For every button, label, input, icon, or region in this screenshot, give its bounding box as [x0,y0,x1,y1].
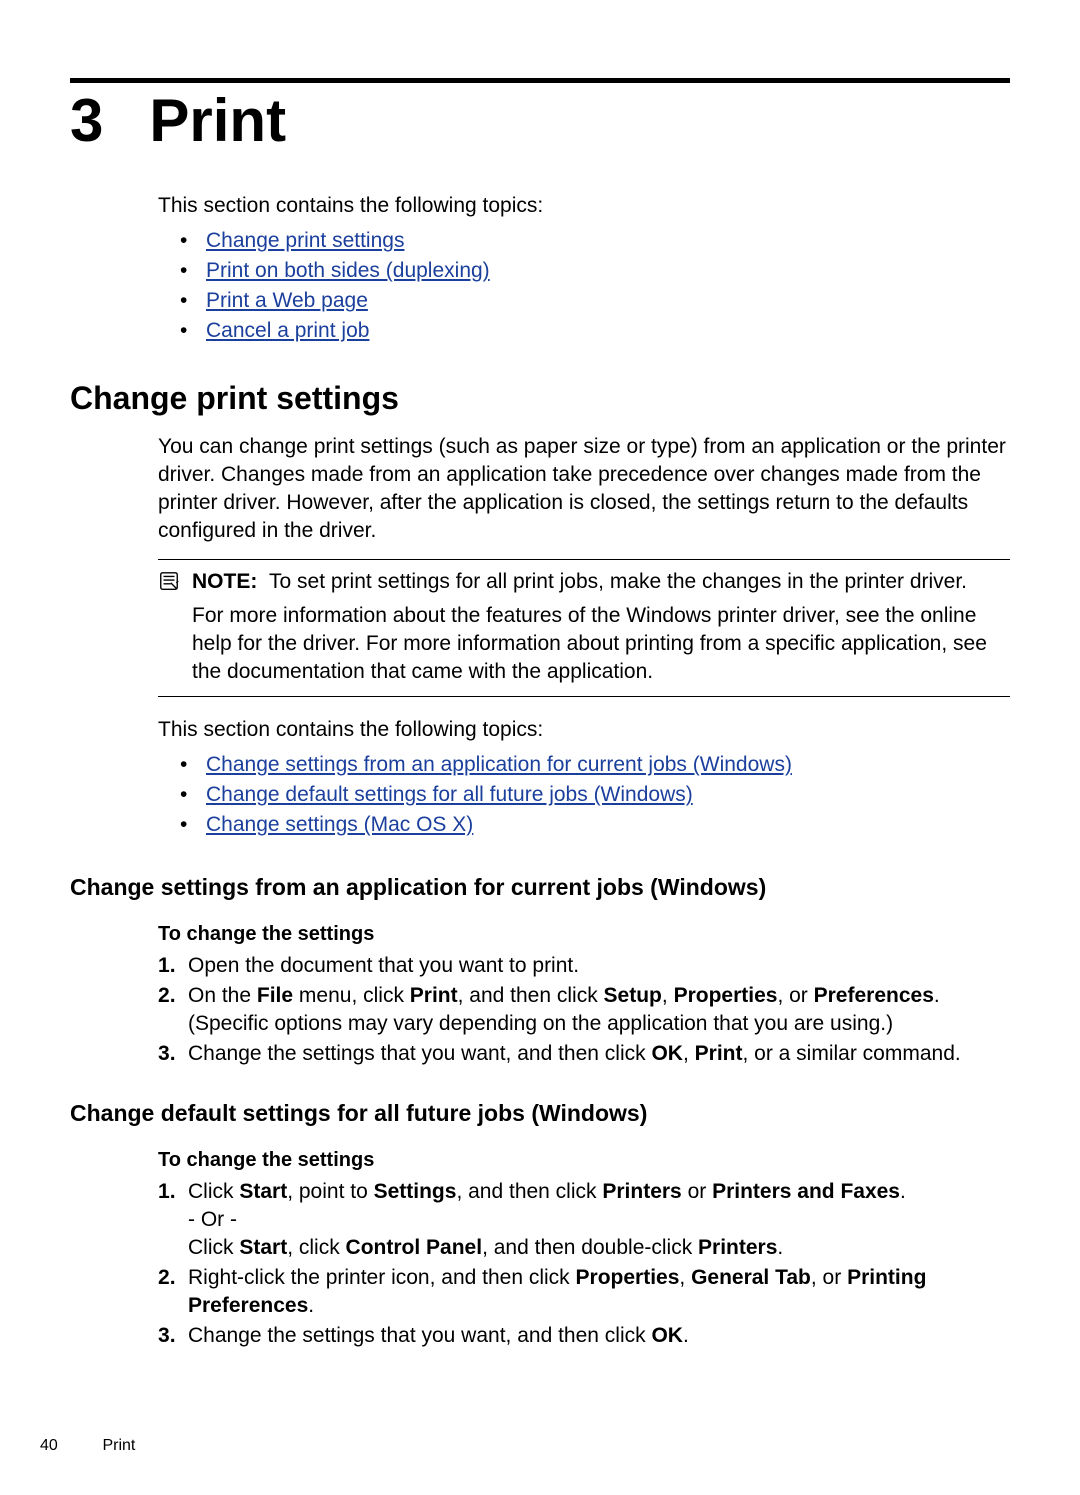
step-text: , or a similar command. [742,1042,960,1065]
procedure-title: To change the settings [158,1149,1010,1172]
step-text: , and then double-click [482,1236,698,1259]
footer-page-number: 40 [40,1437,98,1455]
procedure-steps: Click Start, point to Settings, and then… [158,1178,1010,1350]
chapter-header: 3 Print [70,91,1010,151]
step: Open the document that you want to print… [158,952,1010,980]
note-line-1: NOTE: To set print settings for all prin… [192,568,1010,596]
note-icon [158,568,184,686]
step-text: . [900,1180,906,1203]
section-body: You can change print settings (such as p… [158,433,1010,545]
section-intro-2: This section contains the following topi… [158,715,1010,744]
step-or: - Or - [188,1208,237,1231]
step-text: . [683,1324,689,1347]
step-text: Click [188,1180,239,1203]
ui-term: Setup [604,984,662,1007]
procedure-steps: Open the document that you want to print… [158,952,1010,1068]
step-text: On the [188,984,257,1007]
list-item: Print on both sides (duplexing) [180,256,1010,286]
note-box: NOTE: To set print settings for all prin… [158,559,1010,697]
list-item: Change settings (Mac OS X) [180,810,1010,840]
chapter-toc: Change print settings Print on both side… [180,226,1010,346]
toc-link-change-default[interactable]: Change default settings for all future j… [206,783,693,806]
step-text: , click [287,1236,345,1259]
section-heading-change-print-settings: Change print settings [70,380,1010,417]
list-item: Change default settings for all future j… [180,780,1010,810]
list-item: Cancel a print job [180,316,1010,346]
step-text: Right-click the printer icon, and then c… [188,1266,576,1289]
step-text: , [683,1042,695,1065]
chapter-intro: This section contains the following topi… [158,191,1010,220]
step-text: . [777,1236,783,1259]
step-text: menu, click [293,984,410,1007]
ui-term: Printers [698,1236,777,1259]
toc-link-change-print-settings[interactable]: Change print settings [206,229,404,252]
note-text-1: To set print settings for all print jobs… [269,570,967,593]
ui-term: Settings [374,1180,457,1203]
chapter-number: 3 [70,91,103,151]
ui-term: Start [239,1236,287,1259]
list-item: Change settings from an application for … [180,750,1010,780]
step-text: Open the document that you want to print… [188,954,579,977]
ui-term: Printers [602,1180,681,1203]
step-text: Click [188,1236,239,1259]
step: On the File menu, click Print, and then … [158,982,1010,1038]
ui-term: Preferences [814,984,934,1007]
toc-link-print-web-page[interactable]: Print a Web page [206,289,368,312]
step-text: , and then click [458,984,604,1007]
step-text: , point to [287,1180,373,1203]
list-item: Print a Web page [180,286,1010,316]
step-text: Change the settings that you want, and t… [188,1042,651,1065]
ui-term: Properties [674,984,778,1007]
step-text: , or [777,984,813,1007]
step-text: or [682,1180,712,1203]
step-text: . [308,1294,314,1317]
ui-term: Print [410,984,458,1007]
step-text: , or [811,1266,847,1289]
toc-link-cancel-print-job[interactable]: Cancel a print job [206,319,369,342]
ui-term: Print [695,1042,743,1065]
step: Right-click the printer icon, and then c… [158,1264,1010,1320]
step: Click Start, point to Settings, and then… [158,1178,1010,1262]
footer-chapter-name: Print [102,1437,135,1454]
ui-term: OK [651,1042,683,1065]
note-text-2: For more information about the features … [192,602,1010,686]
chapter-title: Print [149,91,286,151]
ui-term: Start [239,1180,287,1203]
document-page: 3 Print This section contains the follow… [0,0,1080,1495]
note-label: NOTE: [192,570,257,593]
step-text: , and then click [456,1180,602,1203]
ui-term: Printers and Faxes [712,1180,900,1203]
ui-term: File [257,984,293,1007]
toc-link-change-from-app[interactable]: Change settings from an application for … [206,753,792,776]
list-item: Change print settings [180,226,1010,256]
procedure-title: To change the settings [158,923,1010,946]
step-text: , [662,984,674,1007]
step: Change the settings that you want, and t… [158,1040,1010,1068]
step-text: Change the settings that you want, and t… [188,1324,651,1347]
toc-link-duplexing[interactable]: Print on both sides (duplexing) [206,259,490,282]
subsection-heading-app-windows: Change settings from an application for … [70,874,1010,901]
ui-term: OK [651,1324,683,1347]
step-text: , [679,1266,691,1289]
ui-term: Control Panel [346,1236,483,1259]
subsection-heading-default-windows: Change default settings for all future j… [70,1100,1010,1127]
ui-term: General Tab [691,1266,811,1289]
step: Change the settings that you want, and t… [158,1322,1010,1350]
ui-term: Properties [576,1266,680,1289]
toc-link-change-mac[interactable]: Change settings (Mac OS X) [206,813,473,836]
section-toc: Change settings from an application for … [180,750,1010,840]
page-footer: 40 Print [40,1437,135,1455]
header-rule [70,78,1010,83]
